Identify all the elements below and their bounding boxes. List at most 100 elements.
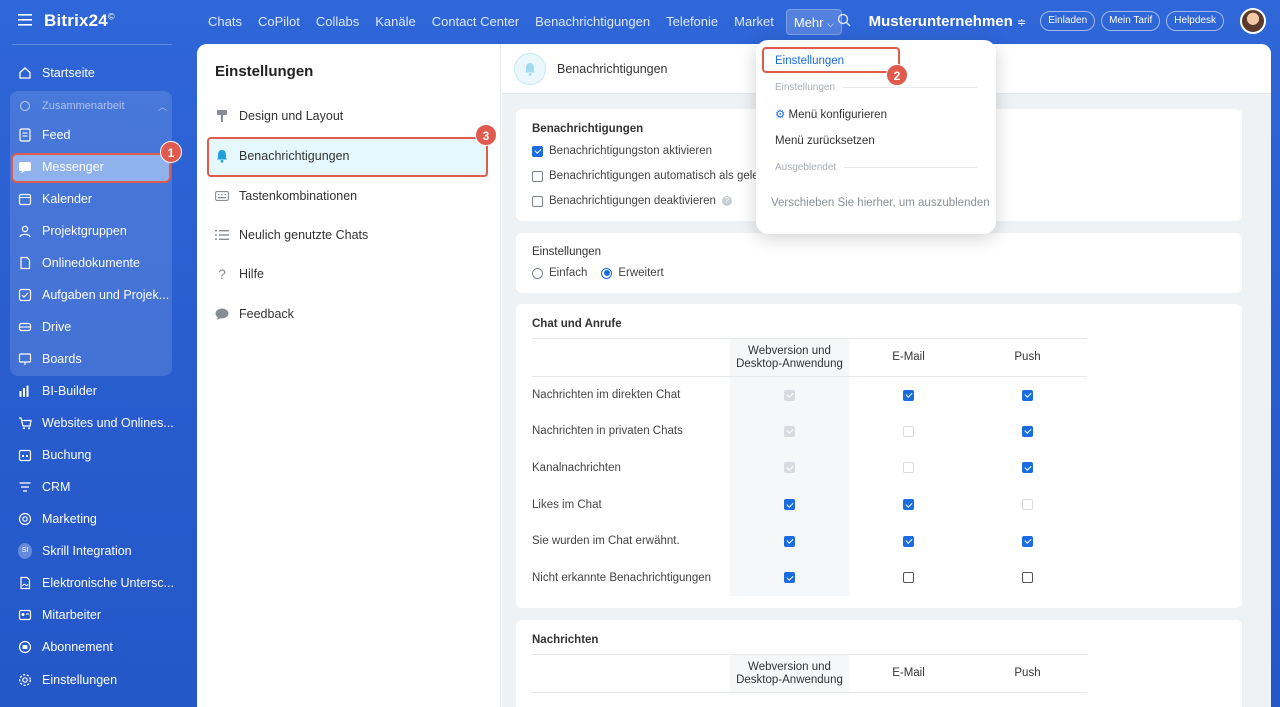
- help-question-icon[interactable]: ?: [721, 196, 732, 206]
- menu-item-feedback[interactable]: Feedback: [215, 301, 294, 327]
- push-cell: [968, 559, 1087, 596]
- table-row: Nachrichten im direkten Chat: [532, 376, 1087, 414]
- sidebar-item-label: Buchung: [42, 448, 92, 462]
- menu-item-design[interactable]: Design und Layout: [215, 103, 343, 129]
- sidebar-item-crm[interactable]: CRM: [18, 476, 70, 498]
- hamburger-menu-icon[interactable]: [18, 13, 32, 29]
- push-checkbox[interactable]: [1022, 572, 1033, 584]
- row-label: Sie wurden im Chat erwähnt.: [532, 535, 680, 548]
- app-logo[interactable]: Bitrix24©: [44, 11, 115, 31]
- my-plan-button[interactable]: Mein Tarif: [1101, 11, 1161, 31]
- menu-item-shortcuts[interactable]: Tastenkombinationen: [215, 183, 357, 209]
- sidebar-item-skrill-integration[interactable]: SI Skrill Integration: [18, 540, 132, 562]
- email-checkbox[interactable]: [903, 499, 914, 511]
- nav-item-telephony[interactable]: Telefonie: [658, 9, 726, 35]
- sidebar-item-label: Websites und Onlines...: [42, 416, 174, 430]
- sidebar-item-marketing[interactable]: Marketing: [18, 508, 97, 530]
- section-label: Einstellungen: [775, 82, 836, 93]
- disable-checkbox[interactable]: [532, 195, 543, 207]
- search-icon[interactable]: [837, 13, 851, 30]
- web-checkbox[interactable]: [784, 499, 795, 511]
- email-checkbox[interactable]: [903, 572, 914, 584]
- chat-calls-table: Webversion und Desktop-Anwendung E-Mail P…: [532, 338, 1087, 597]
- nav-more-button[interactable]: Mehr ⌵: [785, 9, 842, 35]
- push-checkbox[interactable]: [1022, 425, 1033, 437]
- sidebar-item-boards[interactable]: Boards: [18, 348, 82, 370]
- user-avatar[interactable]: [1240, 8, 1266, 34]
- speech-bubble-icon: [215, 308, 229, 320]
- list-icon: [215, 229, 229, 241]
- email-checkbox[interactable]: [903, 389, 914, 401]
- dropdown-item-reset[interactable]: Menü zurücksetzen: [775, 135, 875, 147]
- sidebar-divider: [12, 44, 172, 45]
- chat-calls-box: Chat und Anrufe Webversion und Desktop-An…: [516, 304, 1242, 608]
- sidebar-item-label: Messenger: [42, 160, 104, 174]
- sidebar-item-mitarbeiter[interactable]: Mitarbeiter: [18, 604, 101, 626]
- sidebar-item-label: Projektgruppen: [42, 224, 127, 238]
- push-cell: [968, 486, 1087, 523]
- invite-button[interactable]: Einladen: [1040, 11, 1096, 31]
- advanced-label[interactable]: Erweitert: [618, 267, 663, 279]
- sound-checkbox[interactable]: [532, 145, 543, 157]
- email-cell: [849, 523, 968, 560]
- sidebar-item-bi-builder[interactable]: BI-Builder: [18, 380, 97, 402]
- option-label: Benachrichtigungen deaktivieren: [549, 195, 716, 207]
- option-label: Benachrichtigungen automatisch als geles: [549, 170, 765, 182]
- sidebar-item-elektronische-untersc[interactable]: Elektronische Untersc...: [18, 572, 174, 594]
- menu-item-help[interactable]: ? Hilfe: [215, 261, 264, 287]
- nav-item-chats[interactable]: Chats: [200, 9, 250, 35]
- option-sound[interactable]: Benachrichtigungston aktivieren: [532, 145, 712, 157]
- sidebar-item-drive[interactable]: Drive: [18, 316, 71, 338]
- booking-icon: [18, 448, 32, 462]
- option-auto-read[interactable]: Benachrichtigungen automatisch als geles: [532, 170, 764, 182]
- top-bar: Bitrix24© Chats CoPilot Collabs Kanäle C…: [0, 0, 1280, 44]
- nav-item-notifications[interactable]: Benachrichtigungen: [527, 9, 658, 35]
- dropdown-item-settings[interactable]: Einstellungen: [775, 55, 844, 67]
- sidebar-item-home[interactable]: Startseite: [18, 62, 95, 84]
- web-checkbox[interactable]: [784, 535, 795, 547]
- nav-item-collabs[interactable]: Collabs: [308, 9, 367, 35]
- menu-item-label: Design und Layout: [239, 109, 344, 123]
- sidebar-item-feed[interactable]: Feed: [18, 124, 71, 146]
- nav-item-market[interactable]: Market: [726, 9, 782, 35]
- sidebar-item-label: CRM: [42, 480, 71, 494]
- sidebar-group-header[interactable]: Zusammenarbeit ︿: [18, 95, 167, 117]
- menu-item-label: Hilfe: [239, 267, 265, 281]
- sidebar-item-messenger[interactable]: Messenger: [18, 156, 104, 178]
- row-label: Likes im Chat: [532, 498, 602, 511]
- auto-read-checkbox[interactable]: [532, 170, 543, 182]
- nav-item-channels[interactable]: Kanäle: [367, 9, 423, 35]
- sidebar-item-kalender[interactable]: Kalender: [18, 188, 92, 210]
- notifications-box-title: Benachrichtigungen: [532, 123, 644, 135]
- sidebar-item-einstellungen[interactable]: Einstellungen: [18, 669, 117, 691]
- email-checkbox[interactable]: [903, 535, 914, 547]
- option-disable[interactable]: Benachrichtigungen deaktivieren ?: [532, 195, 732, 207]
- sidebar-item-onlinedokumente[interactable]: Onlinedokumente: [18, 252, 140, 274]
- sidebar-item-aufgaben-und-projek[interactable]: Aufgaben und Projek...: [18, 284, 169, 306]
- email-cell: [849, 450, 968, 487]
- nav-item-copilot[interactable]: CoPilot: [250, 9, 308, 35]
- helpdesk-button[interactable]: Helpdesk: [1166, 11, 1224, 31]
- menu-item-notifications[interactable]: Benachrichtigungen: [215, 143, 350, 169]
- top-navigation: Chats CoPilot Collabs Kanäle Contact Cen…: [200, 9, 842, 35]
- push-checkbox[interactable]: [1022, 389, 1033, 401]
- sidebar-item-websites-und-onlines[interactable]: Websites und Onlines...: [18, 412, 174, 434]
- dropdown-item-configure[interactable]: ⚙ Menü konfigurieren: [775, 107, 887, 121]
- sidebar-item-abonnement[interactable]: Abonnement: [18, 636, 113, 658]
- company-name[interactable]: Musterunternehmen ≑: [869, 13, 1027, 30]
- simple-radio[interactable]: [532, 267, 543, 279]
- web-checkbox: [784, 389, 795, 401]
- sidebar-item-label: Startseite: [42, 66, 95, 80]
- advanced-radio[interactable]: [601, 267, 613, 279]
- push-checkbox[interactable]: [1022, 535, 1033, 547]
- signature-icon: [18, 576, 32, 590]
- sidebar-item-label: Abonnement: [42, 640, 113, 654]
- table-row: Likes im Chat: [532, 486, 1087, 523]
- sidebar-item-buchung[interactable]: Buchung: [18, 444, 91, 466]
- push-checkbox[interactable]: [1022, 462, 1033, 474]
- nav-item-contact-center[interactable]: Contact Center: [424, 9, 527, 35]
- web-checkbox[interactable]: [784, 572, 795, 584]
- simple-label[interactable]: Einfach: [549, 267, 587, 279]
- menu-item-recent-chats[interactable]: Neulich genutzte Chats: [215, 222, 368, 248]
- sidebar-item-projektgruppen[interactable]: Projektgruppen: [18, 220, 127, 242]
